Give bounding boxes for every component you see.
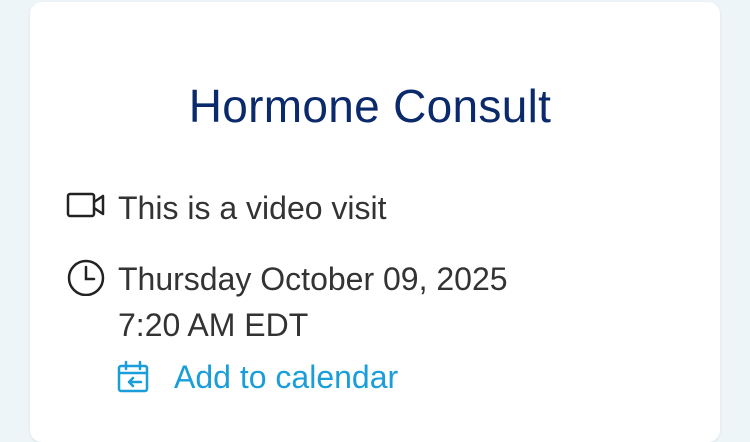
appointment-card: Hormone Consult This is a video visit Th… — [30, 2, 720, 442]
calendar-add-icon — [116, 359, 152, 395]
appointment-time: 7:20 AM EDT — [118, 307, 309, 343]
visit-type-text: This is a video visit — [118, 190, 387, 226]
add-to-calendar-label: Add to calendar — [174, 359, 399, 395]
visit-type-row: This is a video visit — [66, 185, 387, 231]
clock-icon — [66, 256, 106, 296]
appointment-title: Hormone Consult — [188, 80, 552, 132]
video-camera-icon — [66, 185, 106, 225]
add-to-calendar-link[interactable]: Add to calendar — [116, 354, 398, 400]
datetime-text: Thursday October 09, 2025 7:20 AM EDT — [118, 256, 508, 348]
datetime-row: Thursday October 09, 2025 7:20 AM EDT — [66, 256, 508, 348]
appointment-date: Thursday October 09, 2025 — [118, 261, 508, 297]
